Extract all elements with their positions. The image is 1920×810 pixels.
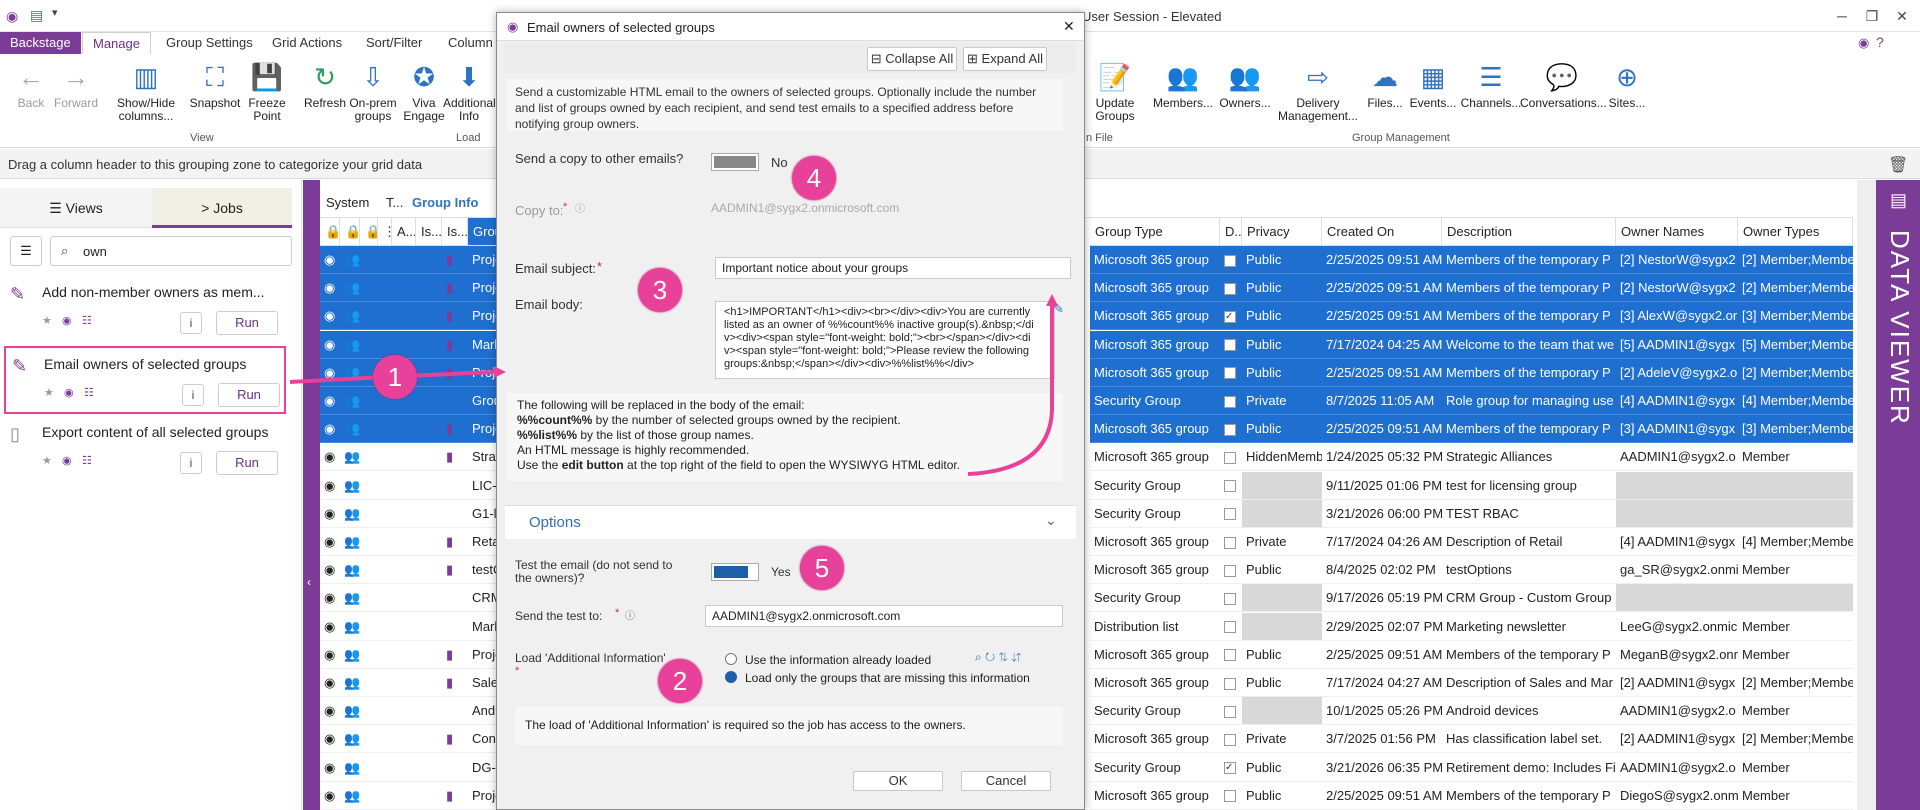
- arrowhead-icon: [494, 366, 506, 378]
- annotation-arrows: [289, 294, 1058, 476]
- annotation-arrow-3: [967, 306, 1054, 476]
- annotation-badge-1: 1: [373, 355, 417, 399]
- annotation-badge-3: 3: [638, 268, 682, 312]
- annotation-badge-2: 2: [658, 659, 702, 703]
- annotation-badge-5: 5: [800, 546, 844, 590]
- arrowhead-icon: [1046, 294, 1058, 306]
- annotation-badge-4: 4: [792, 156, 836, 200]
